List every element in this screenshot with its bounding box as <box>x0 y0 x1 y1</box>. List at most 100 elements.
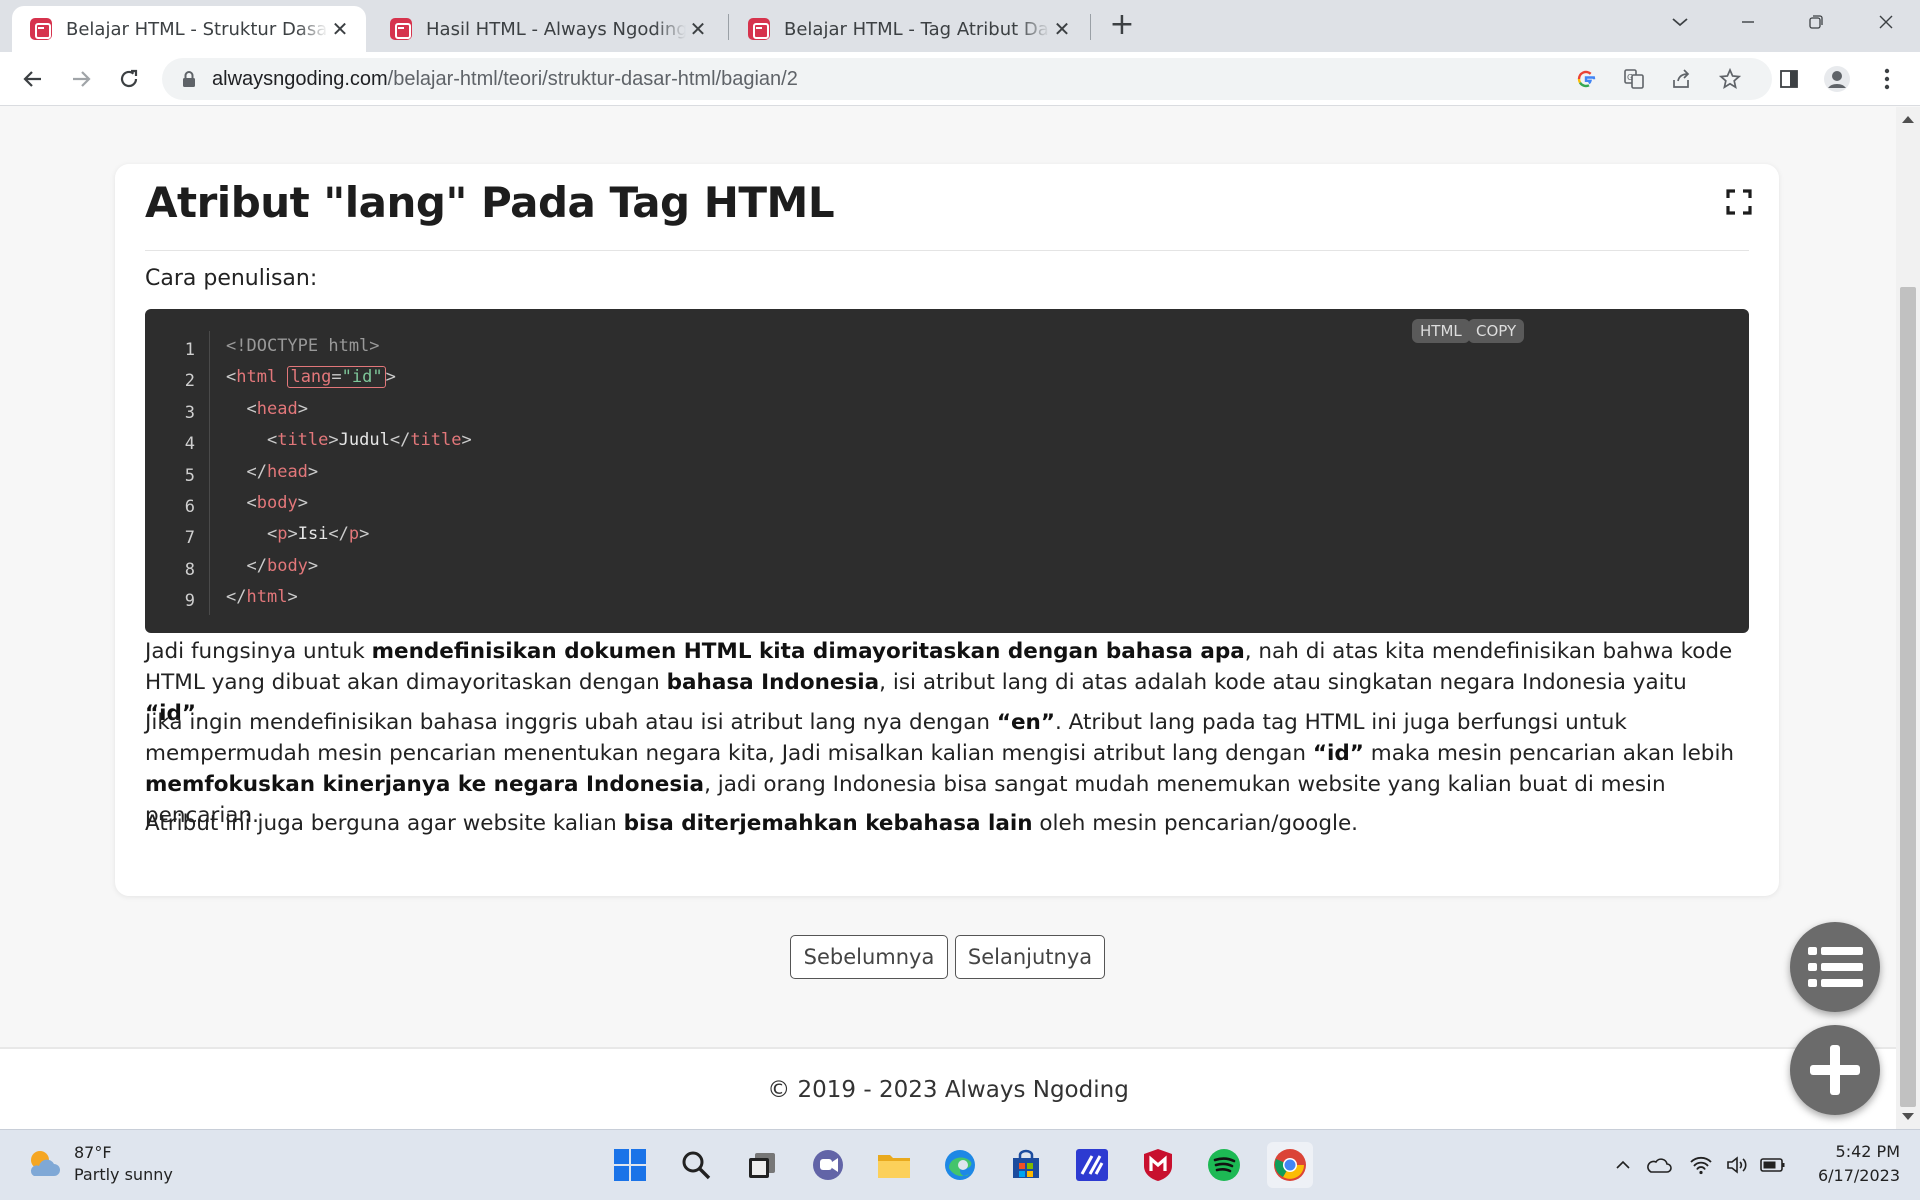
search-icon[interactable] <box>673 1142 719 1188</box>
chrome-icon[interactable] <box>1267 1142 1313 1188</box>
tab-struktur-dasar[interactable]: Belajar HTML - Struktur Dasar HTML ✕ <box>12 6 366 52</box>
code-language-badge: HTML <box>1412 319 1470 343</box>
arrow-left-icon <box>23 71 41 87</box>
back-button[interactable] <box>14 60 52 98</box>
line-number: 8 <box>184 559 195 580</box>
line-number: 9 <box>184 591 195 612</box>
code-punct: > <box>359 524 370 545</box>
code-tag: title <box>410 430 462 451</box>
task-view-icon[interactable] <box>739 1142 785 1188</box>
add-button[interactable] <box>1790 1025 1880 1115</box>
minimize-icon[interactable] <box>1720 0 1776 44</box>
code-tag: p <box>277 524 288 545</box>
profile-avatar-icon[interactable] <box>1818 60 1856 98</box>
code-punct: > <box>287 524 298 545</box>
code-line: </html> <box>226 582 472 613</box>
line-number: 5 <box>184 465 195 486</box>
line-number: 3 <box>184 402 195 423</box>
table-of-contents-button[interactable] <box>1790 922 1880 1012</box>
bold-text: bahasa Indonesia <box>666 670 880 695</box>
mcafee-shield-icon[interactable] <box>1135 1142 1181 1188</box>
code-punct: < <box>246 492 257 513</box>
line-number: 6 <box>184 496 195 517</box>
new-tab-button[interactable]: + <box>1104 8 1140 44</box>
page-viewport: Atribut "lang" Pada Tag HTML Cara penuli… <box>0 107 1896 1129</box>
code-punct: > <box>385 367 396 388</box>
close-tab-icon[interactable]: ✕ <box>1050 17 1074 41</box>
page-title: Atribut "lang" Pada Tag HTML <box>145 178 835 227</box>
tab-title: Belajar HTML - Tag Atribut Dan Elemen <box>784 18 1050 40</box>
scroll-up-icon[interactable] <box>1902 116 1914 123</box>
copyright-text: © 2019 - 2023 Always Ngoding <box>767 1077 1129 1103</box>
scroll-down-icon[interactable] <box>1902 1113 1914 1120</box>
share-icon[interactable] <box>1662 58 1702 100</box>
side-panel-icon[interactable] <box>1770 60 1808 98</box>
reload-button[interactable] <box>110 60 148 98</box>
teams-chat-icon[interactable] <box>805 1142 851 1188</box>
edge-browser-icon[interactable] <box>937 1142 983 1188</box>
clock-date: 6/17/2023 <box>1817 1166 1900 1185</box>
windows-taskbar: 87°F Partly sunny 5:42 PM 6/17/2023 <box>0 1129 1920 1200</box>
page-scrollbar[interactable] <box>1896 107 1920 1129</box>
onedrive-cloud-icon[interactable] <box>1642 1148 1676 1182</box>
volume-icon[interactable] <box>1720 1148 1754 1182</box>
battery-icon[interactable] <box>1756 1148 1790 1182</box>
close-tab-icon[interactable]: ✕ <box>328 17 352 41</box>
site-footer: © 2019 - 2023 Always Ngoding <box>0 1047 1896 1129</box>
code-punct: </ <box>226 587 247 608</box>
next-button[interactable]: Selanjutnya <box>955 935 1105 979</box>
previous-button[interactable]: Sebelumnya <box>790 935 948 979</box>
file-explorer-icon[interactable] <box>871 1142 917 1188</box>
bold-text: bisa diterjemahkan kebahasa lain <box>623 811 1033 836</box>
weather-condition: Partly sunny <box>74 1165 173 1184</box>
line-number: 4 <box>184 434 195 455</box>
site-favicon-icon <box>390 18 412 40</box>
browser-toolbar: alwaysngoding.com/belajar-html/teori/str… <box>0 52 1920 106</box>
translate-icon[interactable]: G <box>1614 58 1654 100</box>
svg-text:G: G <box>1627 73 1633 82</box>
code-tag: head <box>266 461 308 482</box>
scrollbar-thumb[interactable] <box>1900 287 1916 1107</box>
code-editor-icon[interactable] <box>1069 1142 1115 1188</box>
weather-widget[interactable]: 87°F Partly sunny <box>24 1142 173 1186</box>
microsoft-store-icon[interactable] <box>1003 1142 1049 1188</box>
close-tab-icon[interactable]: ✕ <box>686 17 710 41</box>
bookmark-star-icon[interactable] <box>1710 58 1750 100</box>
url-path: /belajar-html/teori/struktur-dasar-html/… <box>387 67 798 90</box>
wifi-icon[interactable] <box>1684 1148 1718 1182</box>
restore-icon[interactable] <box>1788 0 1844 44</box>
code-punct: > <box>461 430 472 451</box>
start-windows-icon[interactable] <box>607 1142 653 1188</box>
code-punct: </ <box>246 555 267 576</box>
tab-strip: Belajar HTML - Struktur Dasar HTML ✕ Has… <box>0 0 1920 52</box>
tab-hasil-html[interactable]: Hasil HTML - Always Ngoding ✕ <box>372 6 724 52</box>
text-run: Atribut ini juga berguna agar website ka… <box>145 811 624 836</box>
tab-title: Belajar HTML - Struktur Dasar HTML <box>66 18 328 40</box>
code-line: <p>Isi</p> <box>226 519 472 550</box>
spotify-icon[interactable] <box>1201 1142 1247 1188</box>
code-tag: body <box>256 492 298 513</box>
address-bar[interactable]: alwaysngoding.com/belajar-html/teori/str… <box>162 58 1772 100</box>
google-icon[interactable] <box>1566 58 1606 100</box>
tab-tag-atribut[interactable]: Belajar HTML - Tag Atribut Dan Elemen ✕ <box>730 6 1088 52</box>
menu-kebab-icon[interactable] <box>1868 60 1906 98</box>
show-hidden-icons-chevron-icon[interactable] <box>1606 1148 1640 1182</box>
code-punct: > <box>287 587 298 608</box>
code-line: <title>Judul</title> <box>226 425 472 456</box>
highlighted-attribute: lang="id" <box>287 366 386 389</box>
system-clock[interactable]: 5:42 PM 6/17/2023 <box>1800 1140 1900 1188</box>
close-window-icon[interactable] <box>1858 0 1914 44</box>
code-line: </head> <box>226 457 472 488</box>
fullscreen-icon[interactable] <box>1725 188 1753 216</box>
code-attr-name: lang <box>290 367 332 388</box>
code-punct: < <box>266 524 278 545</box>
content-card: Atribut "lang" Pada Tag HTML Cara penuli… <box>115 164 1779 896</box>
code-punct: > <box>297 492 308 513</box>
code-tag: body <box>266 555 308 576</box>
partly-sunny-icon <box>30 1151 60 1176</box>
tab-search-chevron-icon[interactable] <box>1652 0 1708 44</box>
copy-code-button[interactable]: COPY <box>1468 319 1525 343</box>
forward-button[interactable] <box>62 60 100 98</box>
bold-text: “id” <box>1312 741 1364 766</box>
code-line: <!DOCTYPE html> <box>226 331 472 362</box>
